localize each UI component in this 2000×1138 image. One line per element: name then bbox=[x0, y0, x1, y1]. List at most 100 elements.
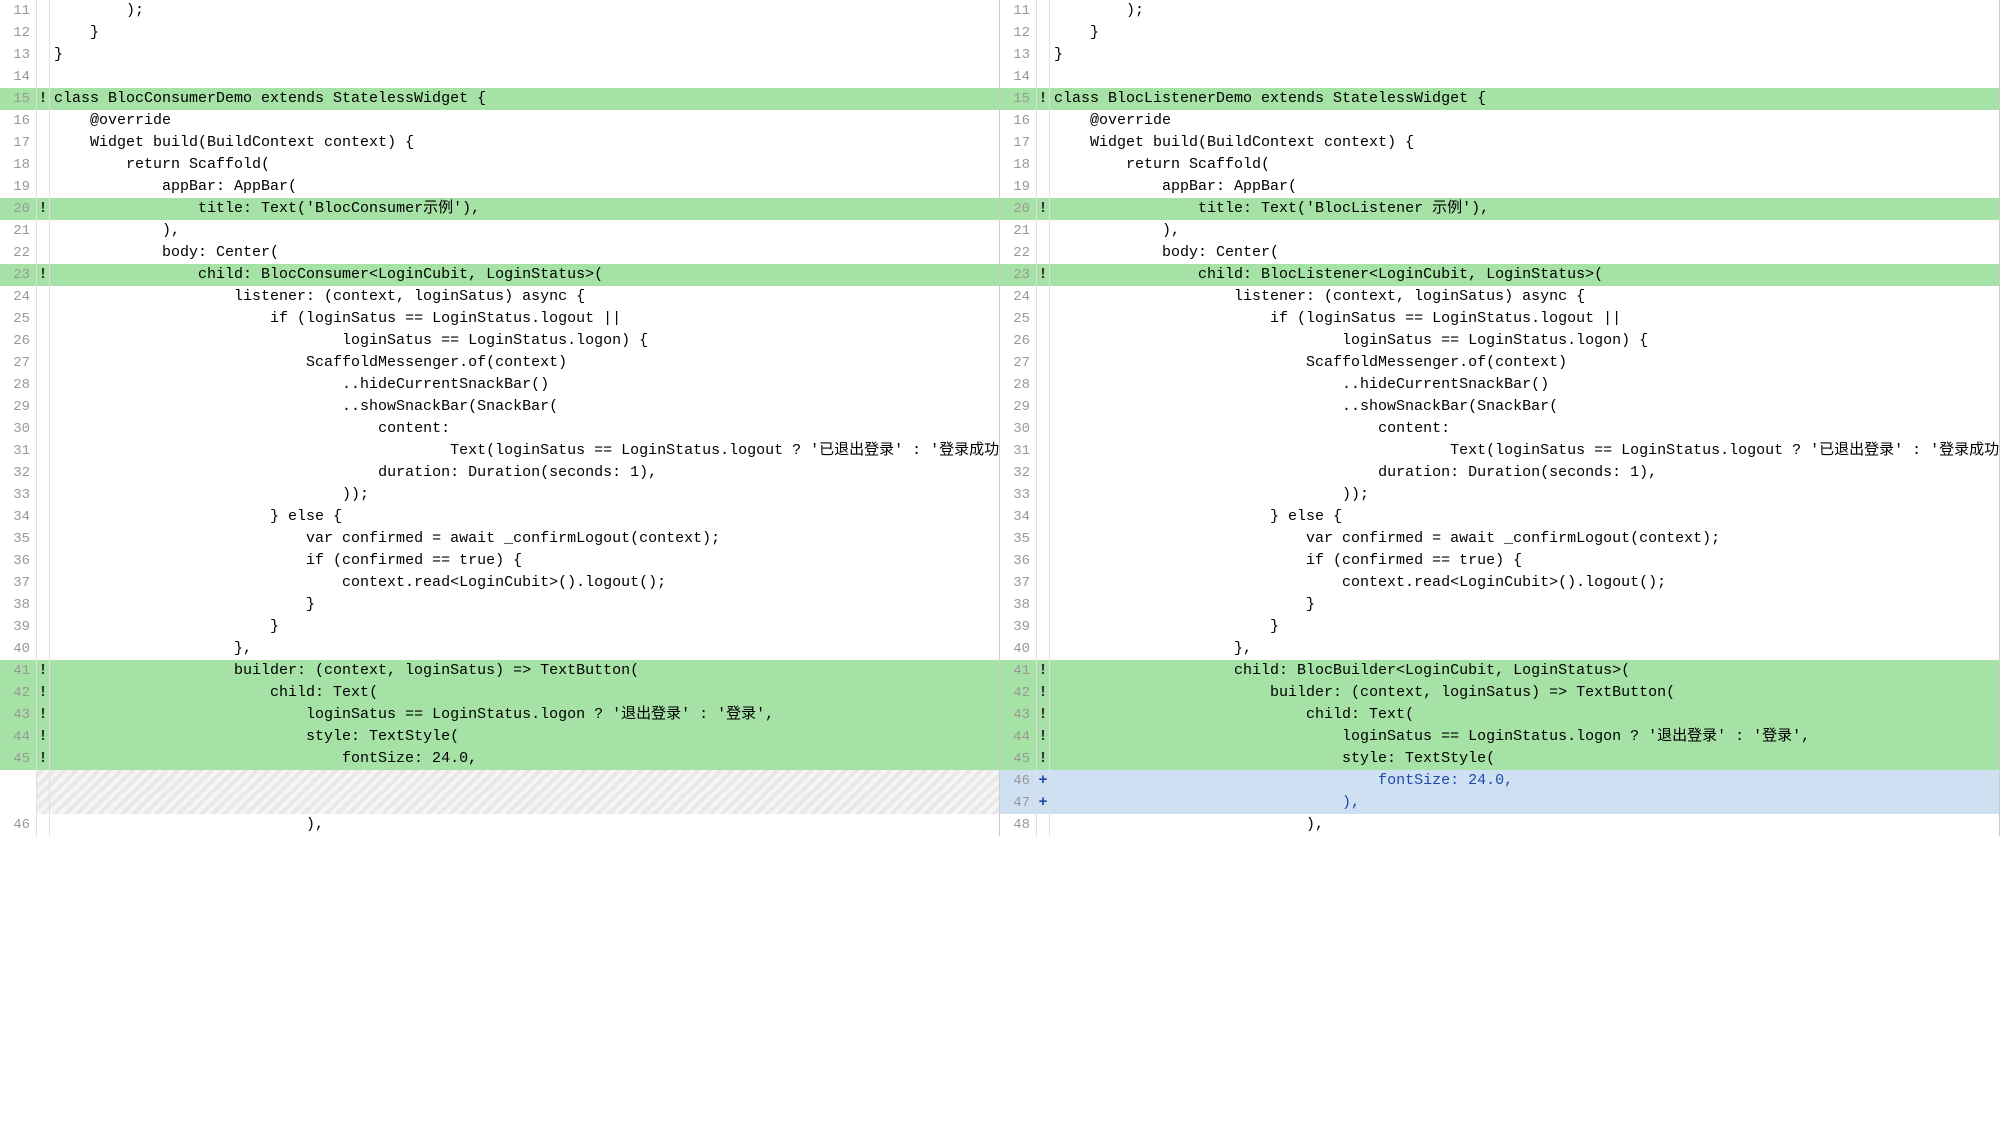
code-line[interactable]: 45! fontSize: 24.0, bbox=[0, 748, 999, 770]
diff-left-pane[interactable]: 11 );12 }13}1415!class BlocConsumerDemo … bbox=[0, 0, 1000, 836]
code-line[interactable]: 33 )); bbox=[0, 484, 999, 506]
code-line[interactable]: 17 Widget build(BuildContext context) { bbox=[1000, 132, 1999, 154]
code-line[interactable]: 13} bbox=[1000, 44, 1999, 66]
code-text: title: Text('BlocListener 示例'), bbox=[1050, 198, 1999, 220]
code-line[interactable]: 17 Widget build(BuildContext context) { bbox=[0, 132, 999, 154]
code-line[interactable]: 34 } else { bbox=[0, 506, 999, 528]
code-text: if (loginSatus == LoginStatus.logout || bbox=[1050, 308, 1999, 330]
code-text: ), bbox=[1050, 220, 1999, 242]
code-line[interactable]: 22 body: Center( bbox=[0, 242, 999, 264]
diff-marker: ! bbox=[1036, 264, 1050, 286]
code-line[interactable]: 15!class BlocListenerDemo extends Statel… bbox=[1000, 88, 1999, 110]
code-line[interactable]: 36 if (confirmed == true) { bbox=[0, 550, 999, 572]
code-text: if (confirmed == true) { bbox=[50, 550, 999, 572]
diff-marker bbox=[1036, 44, 1050, 66]
code-line[interactable]: 48 ), bbox=[1000, 814, 1999, 836]
code-line[interactable]: 41! builder: (context, loginSatus) => Te… bbox=[0, 660, 999, 682]
code-line[interactable]: 35 var confirmed = await _confirmLogout(… bbox=[1000, 528, 1999, 550]
code-line[interactable]: 14 bbox=[1000, 66, 1999, 88]
code-line[interactable]: 39 } bbox=[1000, 616, 1999, 638]
code-line[interactable]: 21 ), bbox=[1000, 220, 1999, 242]
line-number: 43 bbox=[1000, 704, 1036, 726]
code-line[interactable]: 15!class BlocConsumerDemo extends Statel… bbox=[0, 88, 999, 110]
code-line[interactable]: 42! child: Text( bbox=[0, 682, 999, 704]
code-text: body: Center( bbox=[50, 242, 999, 264]
code-line[interactable]: 41! child: BlocBuilder<LoginCubit, Login… bbox=[1000, 660, 1999, 682]
code-line[interactable]: 44! loginSatus == LoginStatus.logon ? '退… bbox=[1000, 726, 1999, 748]
line-number: 12 bbox=[0, 22, 36, 44]
code-line[interactable]: 29 ..showSnackBar(SnackBar( bbox=[0, 396, 999, 418]
line-number: 45 bbox=[0, 748, 36, 770]
code-line[interactable] bbox=[0, 792, 999, 814]
code-line[interactable]: 22 body: Center( bbox=[1000, 242, 1999, 264]
code-text: var confirmed = await _confirmLogout(con… bbox=[50, 528, 999, 550]
code-line[interactable]: 18 return Scaffold( bbox=[1000, 154, 1999, 176]
line-number: 47 bbox=[1000, 792, 1036, 814]
code-line[interactable]: 37 context.read<LoginCubit>().logout(); bbox=[0, 572, 999, 594]
code-line[interactable]: 13} bbox=[0, 44, 999, 66]
code-line[interactable]: 40 }, bbox=[1000, 638, 1999, 660]
code-line[interactable]: 32 duration: Duration(seconds: 1), bbox=[0, 462, 999, 484]
code-line[interactable]: 24 listener: (context, loginSatus) async… bbox=[1000, 286, 1999, 308]
code-line[interactable]: 16 @override bbox=[1000, 110, 1999, 132]
code-line[interactable]: 31 Text(loginSatus == LoginStatus.logout… bbox=[1000, 440, 1999, 462]
code-line[interactable]: 36 if (confirmed == true) { bbox=[1000, 550, 1999, 572]
code-line[interactable] bbox=[0, 770, 999, 792]
code-line[interactable]: 14 bbox=[0, 66, 999, 88]
code-line[interactable]: 29 ..showSnackBar(SnackBar( bbox=[1000, 396, 1999, 418]
code-line[interactable]: 12 } bbox=[1000, 22, 1999, 44]
code-line[interactable]: 12 } bbox=[0, 22, 999, 44]
code-line[interactable]: 19 appBar: AppBar( bbox=[0, 176, 999, 198]
code-line[interactable]: 23! child: BlocListener<LoginCubit, Logi… bbox=[1000, 264, 1999, 286]
code-line[interactable]: 42! builder: (context, loginSatus) => Te… bbox=[1000, 682, 1999, 704]
code-line[interactable]: 26 loginSatus == LoginStatus.logon) { bbox=[1000, 330, 1999, 352]
code-line[interactable]: 30 content: bbox=[1000, 418, 1999, 440]
code-line[interactable]: 47+ ), bbox=[1000, 792, 1999, 814]
code-line[interactable]: 28 ..hideCurrentSnackBar() bbox=[0, 374, 999, 396]
code-line[interactable]: 30 content: bbox=[0, 418, 999, 440]
code-line[interactable]: 20! title: Text('BlocConsumer示例'), bbox=[0, 198, 999, 220]
code-line[interactable]: 43! loginSatus == LoginStatus.logon ? '退… bbox=[0, 704, 999, 726]
code-line[interactable]: 27 ScaffoldMessenger.of(context) bbox=[0, 352, 999, 374]
code-line[interactable]: 32 duration: Duration(seconds: 1), bbox=[1000, 462, 1999, 484]
code-line[interactable]: 28 ..hideCurrentSnackBar() bbox=[1000, 374, 1999, 396]
code-line[interactable]: 35 var confirmed = await _confirmLogout(… bbox=[0, 528, 999, 550]
code-line[interactable]: 46+ fontSize: 24.0, bbox=[1000, 770, 1999, 792]
code-line[interactable]: 16 @override bbox=[0, 110, 999, 132]
code-line[interactable]: 26 loginSatus == LoginStatus.logon) { bbox=[0, 330, 999, 352]
code-line[interactable]: 31 Text(loginSatus == LoginStatus.logout… bbox=[0, 440, 999, 462]
code-line[interactable]: 19 appBar: AppBar( bbox=[1000, 176, 1999, 198]
code-line[interactable]: 27 ScaffoldMessenger.of(context) bbox=[1000, 352, 1999, 374]
code-line[interactable]: 25 if (loginSatus == LoginStatus.logout … bbox=[1000, 308, 1999, 330]
line-number: 30 bbox=[1000, 418, 1036, 440]
code-line[interactable]: 23! child: BlocConsumer<LoginCubit, Logi… bbox=[0, 264, 999, 286]
code-line[interactable]: 34 } else { bbox=[1000, 506, 1999, 528]
code-line[interactable]: 45! style: TextStyle( bbox=[1000, 748, 1999, 770]
code-line[interactable]: 38 } bbox=[0, 594, 999, 616]
diff-marker bbox=[1036, 638, 1050, 660]
code-line[interactable]: 43! child: Text( bbox=[1000, 704, 1999, 726]
line-number: 11 bbox=[0, 0, 36, 22]
code-line[interactable]: 37 context.read<LoginCubit>().logout(); bbox=[1000, 572, 1999, 594]
code-line[interactable]: 18 return Scaffold( bbox=[0, 154, 999, 176]
code-line[interactable]: 25 if (loginSatus == LoginStatus.logout … bbox=[0, 308, 999, 330]
code-line[interactable]: 39 } bbox=[0, 616, 999, 638]
code-line[interactable]: 11 ); bbox=[1000, 0, 1999, 22]
diff-marker bbox=[36, 374, 50, 396]
code-text: )); bbox=[1050, 484, 1999, 506]
diff-marker bbox=[1036, 66, 1050, 88]
code-line[interactable]: 44! style: TextStyle( bbox=[0, 726, 999, 748]
code-line[interactable]: 46 ), bbox=[0, 814, 999, 836]
code-line[interactable]: 21 ), bbox=[0, 220, 999, 242]
code-line[interactable]: 40 }, bbox=[0, 638, 999, 660]
code-line[interactable]: 11 ); bbox=[0, 0, 999, 22]
code-line[interactable]: 24 listener: (context, loginSatus) async… bbox=[0, 286, 999, 308]
diff-right-pane[interactable]: 11 );12 }13}1415!class BlocListenerDemo … bbox=[1000, 0, 2000, 836]
line-number: 27 bbox=[1000, 352, 1036, 374]
code-text: child: BlocBuilder<LoginCubit, LoginStat… bbox=[1050, 660, 1999, 682]
code-line[interactable]: 20! title: Text('BlocListener 示例'), bbox=[1000, 198, 1999, 220]
code-line[interactable]: 33 )); bbox=[1000, 484, 1999, 506]
code-line[interactable]: 38 } bbox=[1000, 594, 1999, 616]
code-text: class BlocListenerDemo extends Stateless… bbox=[1050, 88, 1999, 110]
code-text: ), bbox=[1050, 792, 1999, 814]
